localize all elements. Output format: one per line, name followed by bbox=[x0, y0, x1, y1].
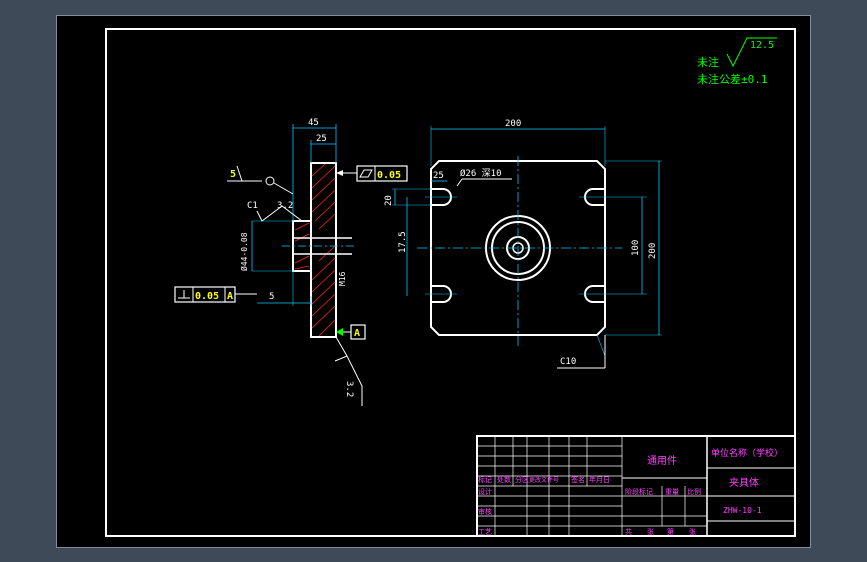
perp-value: 0.05 bbox=[195, 291, 219, 302]
row-label-0: 标记 bbox=[478, 475, 492, 484]
row-label-3: 工艺 bbox=[478, 528, 492, 536]
front-view: 200 200 100 25 Ø26 深10 20 17.5 C10 bbox=[384, 119, 662, 369]
row-label-1: 设计 bbox=[478, 487, 492, 496]
dim-17-5: 17.5 bbox=[398, 231, 408, 253]
header-label-3: 签名 bbox=[571, 475, 585, 484]
dim-25-front: 25 bbox=[433, 171, 444, 181]
flatness-icon bbox=[359, 169, 373, 178]
drawing-border bbox=[105, 28, 796, 537]
flatness-value: 0.05 bbox=[377, 170, 401, 181]
dim-5-bottom: 5 bbox=[269, 292, 274, 302]
drawing-number: ZHW-10-1 bbox=[723, 506, 762, 515]
datum-circle-icon bbox=[265, 176, 275, 186]
sheet-label-1: 张 bbox=[647, 527, 654, 536]
drawing-svg: 未注 12.5 未注公差±0.1 45 25 0.05 5 3.2 C1 Ø44… bbox=[105, 28, 796, 537]
drawing-canvas[interactable]: 未注 12.5 未注公差±0.1 45 25 0.05 5 3.2 C1 Ø44… bbox=[56, 15, 811, 548]
part-name: 通用件 bbox=[647, 455, 677, 467]
note-line1-prefix: 未注 bbox=[697, 55, 719, 69]
dim-c1: C1 bbox=[247, 201, 258, 211]
sheet-label-2: 第 bbox=[667, 527, 674, 536]
roughness-bottom: 3.2 bbox=[344, 381, 354, 397]
stage-label-1: 重量 bbox=[665, 488, 679, 496]
header-label-0: 处数 bbox=[497, 475, 511, 484]
dim-c10: C10 bbox=[560, 357, 576, 367]
dim-100: 100 bbox=[631, 240, 641, 256]
sheet-label-0: 共 bbox=[625, 527, 632, 536]
note-roughness-value: 12.5 bbox=[750, 40, 774, 51]
datum-a: A bbox=[354, 328, 360, 339]
drawing-name: 夹具体 bbox=[729, 476, 759, 489]
dim-45: 45 bbox=[308, 118, 319, 128]
perp-datum: A bbox=[227, 291, 233, 302]
hatching bbox=[294, 163, 336, 337]
title-block: 通用件 单位名称（学校） 夹具体 ZHW-10-1 标记 设计 审核 工艺 处数… bbox=[476, 435, 796, 537]
note-line2: 未注公差±0.1 bbox=[697, 72, 768, 86]
stage-label-0: 阶段标记 bbox=[625, 487, 653, 496]
dim-m16: M16 bbox=[338, 271, 347, 286]
dim-20: 20 bbox=[384, 195, 394, 206]
header-label-1: 分区 bbox=[515, 475, 529, 484]
row-label-2: 审核 bbox=[478, 507, 492, 516]
dim-25-side: 25 bbox=[316, 134, 327, 144]
company-name: 单位名称（学校） bbox=[711, 447, 783, 459]
arrow-icon bbox=[336, 170, 343, 176]
dim-3-2: 3.2 bbox=[277, 201, 293, 211]
header-label-2: 更改文件号 bbox=[529, 476, 559, 484]
viewport: 未注 12.5 未注公差±0.1 45 25 0.05 5 3.2 C1 Ø44… bbox=[0, 0, 867, 562]
stage-label-2: 比例 bbox=[687, 487, 701, 496]
sheet-label-3: 张 bbox=[689, 527, 696, 536]
hole-label: Ø26 深10 bbox=[460, 168, 502, 179]
datum-triangle-icon bbox=[336, 328, 343, 336]
dim-phi44: Ø44-0.08 bbox=[239, 232, 249, 271]
header-label-4: 年月日 bbox=[589, 475, 610, 484]
side-view: 45 25 0.05 5 3.2 C1 Ø44-0.08 M16 5 0.05 … bbox=[174, 118, 408, 406]
dim-200-right: 200 bbox=[648, 243, 658, 259]
label-5: 5 bbox=[230, 169, 236, 180]
dim-200-top: 200 bbox=[505, 119, 521, 129]
